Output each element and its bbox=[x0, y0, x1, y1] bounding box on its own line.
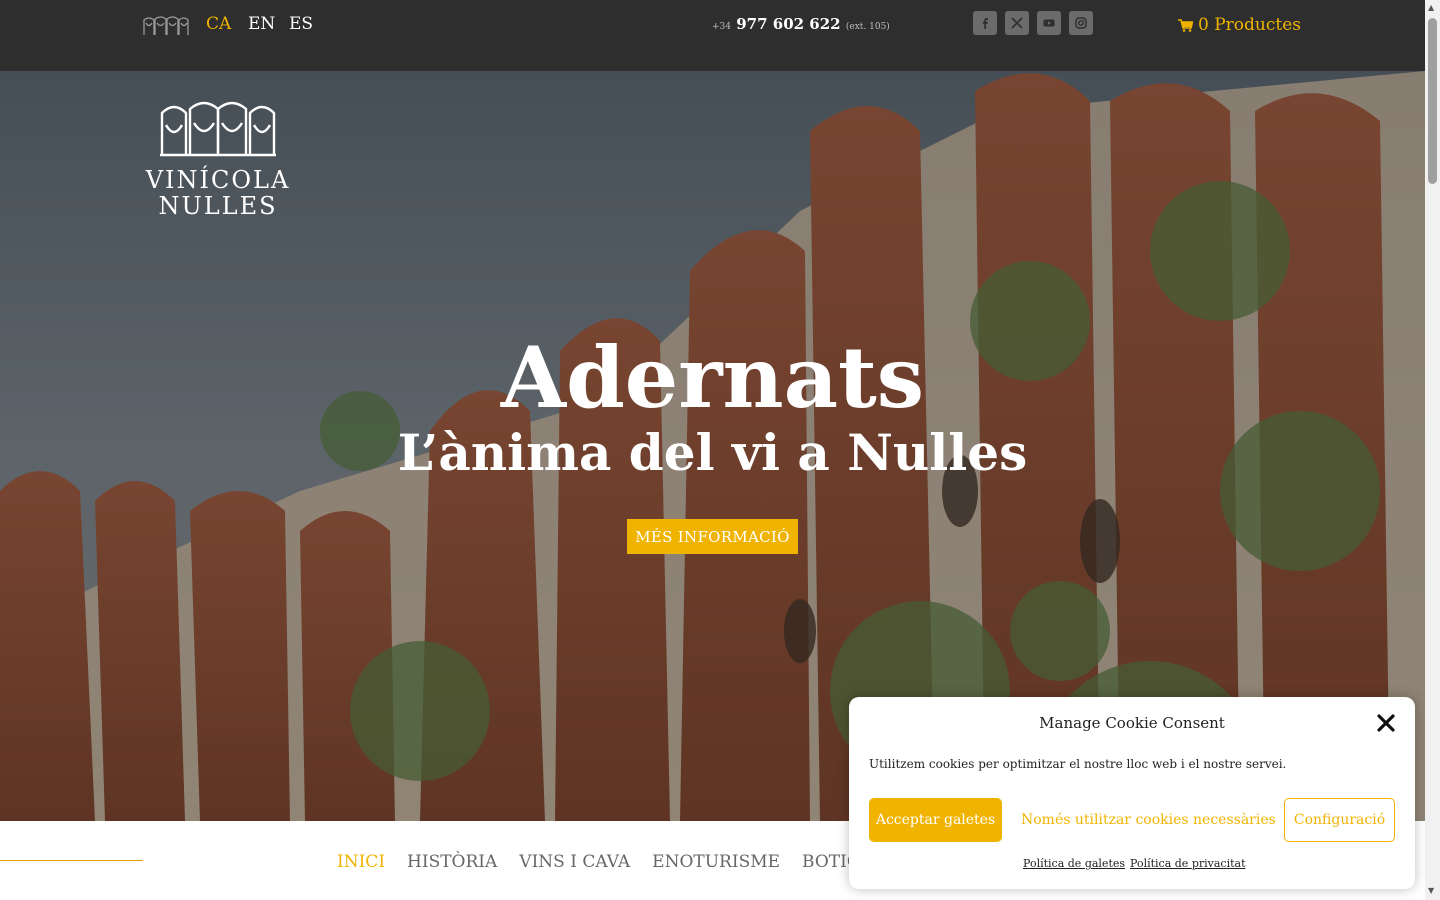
necessary-cookies-button[interactable]: Només utilitzar cookies necessàries bbox=[1021, 798, 1276, 842]
facebook-icon[interactable] bbox=[973, 11, 997, 35]
phone-number: 977 602 622 bbox=[736, 15, 841, 33]
nav-item-historia[interactable]: HISTÒRIA bbox=[407, 852, 497, 872]
logo-line-1: VINÍCOLA bbox=[145, 166, 291, 194]
youtube-icon[interactable] bbox=[1037, 11, 1061, 35]
privacy-policy-link[interactable]: Política de privacitat bbox=[1130, 857, 1245, 870]
phone-contact[interactable]: +34 977 602 622 (ext. 105) bbox=[712, 15, 890, 33]
nav-item-enoturisme[interactable]: ENOTURISME bbox=[652, 852, 780, 872]
scroll-up-icon[interactable]: ▲ bbox=[1428, 3, 1434, 12]
lang-es[interactable]: ES bbox=[289, 14, 313, 34]
more-info-button[interactable]: MÉS INFORMACIÓ bbox=[627, 519, 798, 554]
phone-prefix: +34 bbox=[712, 22, 731, 32]
instagram-icon[interactable] bbox=[1069, 11, 1093, 35]
winery-building-icon bbox=[160, 101, 276, 157]
cart-icon bbox=[1178, 18, 1193, 32]
nav-item-inici[interactable]: INICI bbox=[337, 852, 385, 872]
phone-ext: (ext. 105) bbox=[845, 22, 890, 32]
cookie-message: Utilitzem cookies per optimitzar el nost… bbox=[869, 757, 1287, 771]
x-icon[interactable] bbox=[1005, 11, 1029, 35]
cart-label: 0 Productes bbox=[1198, 15, 1301, 35]
cookie-title: Manage Cookie Consent bbox=[1039, 714, 1225, 732]
winery-logo-icon[interactable] bbox=[143, 14, 189, 36]
accept-cookies-button[interactable]: Acceptar galetes bbox=[869, 798, 1002, 842]
hero-title: Adernats bbox=[500, 328, 925, 427]
page-scrollbar[interactable]: ▲ ▼ bbox=[1425, 0, 1440, 900]
nav-item-vins-i-cava[interactable]: VINS I CAVA bbox=[519, 852, 630, 872]
cookie-consent-dialog: Manage Cookie Consent Utilitzem cookies … bbox=[849, 697, 1415, 889]
cookie-policy-link[interactable]: Política de galetes bbox=[1023, 857, 1125, 870]
scroll-down-icon[interactable]: ▼ bbox=[1428, 886, 1434, 895]
cookie-settings-button[interactable]: Configuració bbox=[1284, 798, 1395, 842]
top-bar: CA EN ES +34 977 602 622 (ext. 105) 0 Pr… bbox=[0, 0, 1425, 71]
cart-link[interactable]: 0 Productes bbox=[1178, 15, 1301, 35]
nav-divider bbox=[0, 860, 143, 861]
main-logo[interactable]: VINÍCOLA NULLES bbox=[143, 99, 293, 219]
logo-line-2: NULLES bbox=[158, 192, 278, 220]
close-icon[interactable] bbox=[1375, 712, 1397, 734]
lang-ca[interactable]: CA bbox=[206, 14, 231, 34]
lang-en[interactable]: EN bbox=[248, 14, 275, 34]
hero-subtitle: L’ànima del vi a Nulles bbox=[397, 423, 1028, 482]
scroll-thumb[interactable] bbox=[1428, 18, 1437, 184]
